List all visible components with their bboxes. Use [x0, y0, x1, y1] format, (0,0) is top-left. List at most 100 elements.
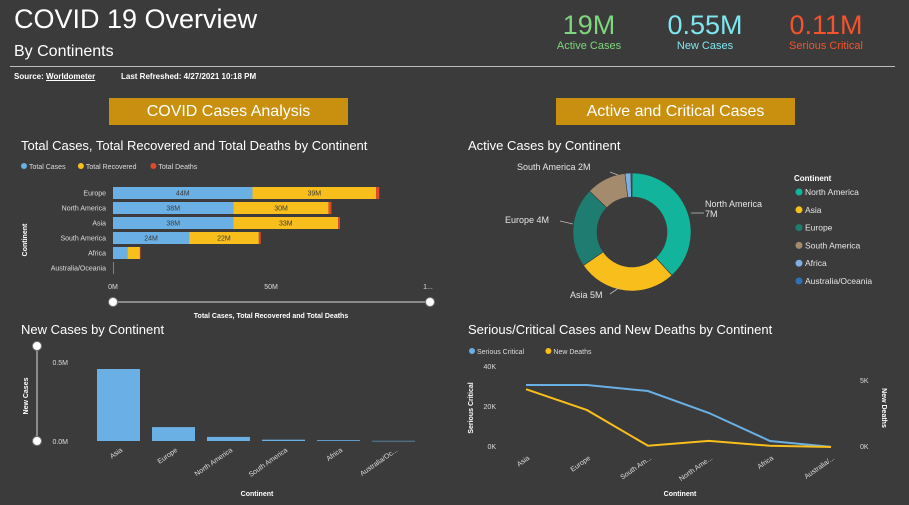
kpi-new-value: 0.55M [667, 10, 743, 40]
chart4-category-label: Africa [756, 455, 775, 471]
banner-cases-analysis: COVID Cases Analysis [109, 98, 348, 125]
chart1-legend-marker-total-deaths[interactable] [150, 163, 157, 169]
chart4-legend-label-new-deaths[interactable]: New Deaths [553, 349, 592, 356]
chart1-bar-total-deaths[interactable] [258, 232, 261, 244]
donut-legend-marker-asia[interactable] [795, 206, 803, 214]
chart1-category-label: Australia/Oceania [51, 266, 106, 273]
donut-slice-label: South America 2M [517, 162, 591, 172]
chart1-data-label: 44M [176, 191, 190, 198]
chart1-legend-label-total-cases[interactable]: Total Cases [29, 164, 66, 171]
new-cases-chart: New Cases 0.5M 0.0M Asia Europe North Ameri… [23, 341, 415, 498]
chart1-legend-label-total-recovered[interactable]: Total Recovered [86, 164, 137, 171]
chart3-range-slider-min-handle[interactable] [32, 436, 42, 446]
kpi-active-cases: 19M Active Cases [548, 10, 630, 52]
chart1-category-label: Africa [88, 251, 106, 258]
donut-legend-marker-europe[interactable] [795, 224, 803, 232]
donut-leader-line [609, 171, 619, 176]
chart1-category-label: Europe [83, 191, 106, 198]
chart3-bar-australia-oc[interactable] [372, 440, 415, 442]
chart3-category-label: North America [194, 447, 234, 478]
chart1-title: Total Cases, Total Recovered and Total D… [21, 138, 368, 153]
chart1-category-label: North America [62, 206, 106, 213]
donut-legend-label-australia-oceania[interactable]: Australia/Oceania [805, 276, 872, 286]
chart1-bar-total-deaths[interactable] [139, 247, 141, 259]
donut-slice-australia-oceania[interactable] [630, 172, 633, 198]
chart4-x-axis-label: Continent [664, 491, 697, 498]
chart3-bar-north-america[interactable] [207, 436, 250, 441]
chart4-category-label: North Ame... [678, 455, 714, 483]
donut-legend-marker-north-america[interactable] [795, 188, 803, 196]
chart3-bar-africa[interactable] [317, 440, 360, 441]
kpi-serious-value: 0.11M [789, 10, 863, 40]
chart4-line-new-deaths[interactable] [525, 388, 832, 448]
header-divider [10, 66, 895, 67]
banner-active-critical: Active and Critical Cases [556, 98, 795, 125]
chart3-range-slider-max-handle[interactable] [32, 341, 42, 351]
chart4-legend[interactable]: Serious Critical New Deaths [469, 348, 592, 356]
source-link[interactable]: Worldometer [46, 72, 95, 81]
donut-legend-label-asia[interactable]: Asia [805, 205, 822, 215]
chart3-y-tick: 0.0M [52, 439, 68, 446]
source-prefix: Source: [14, 72, 44, 81]
chart4-y2-axis-label: New Deaths [880, 388, 887, 428]
chart1-bar-total-deaths[interactable] [113, 262, 114, 274]
donut-legend[interactable]: North America Asia Europe South America Afri… [795, 187, 873, 286]
page-subtitle: By Continents [14, 43, 114, 60]
chart3-y-axis-label: New Cases [23, 377, 30, 414]
chart1-data-label: 38M [166, 206, 180, 213]
chart1-bar-total-deaths[interactable] [328, 202, 332, 214]
chart1-data-label: 38M [166, 221, 180, 228]
donut-legend-title: Continent [794, 174, 832, 183]
chart4-y-tick: 0K [487, 444, 496, 451]
donut-legend-marker-australia-oceania[interactable] [795, 277, 803, 285]
last-refreshed: Last Refreshed: 4/27/2021 10:18 PM [121, 72, 257, 81]
donut-slice-label: 7M [705, 209, 718, 219]
chart1-bar-total-recovered[interactable] [127, 247, 140, 259]
donut-legend-marker-africa[interactable] [795, 259, 803, 267]
donut-legend-marker-south-america[interactable] [795, 241, 803, 249]
chart3-bar-europe[interactable] [152, 427, 195, 441]
donut-legend-label-europe[interactable]: Europe [805, 223, 833, 233]
chart1-legend-marker-total-recovered[interactable] [77, 163, 84, 169]
chart1-range-slider-min-handle[interactable] [108, 297, 118, 307]
chart1-bar-total-deaths[interactable] [376, 187, 380, 199]
chart3-category-label: Africa [325, 447, 344, 463]
donut-legend-label-south-america[interactable]: South America [805, 240, 861, 250]
chart1-legend-label-total-deaths[interactable]: Total Deaths [158, 164, 197, 171]
chart1-legend[interactable]: Total Cases Total Recovered Total Deaths [21, 163, 198, 171]
chart1-x-tick: 0M [108, 284, 118, 291]
donut-slice-north-america[interactable] [631, 172, 692, 276]
chart3-category-label: Australia/Oc... [359, 447, 399, 478]
chart3-bar-asia[interactable] [97, 369, 140, 441]
donut-legend-label-africa[interactable]: Africa [805, 258, 827, 268]
chart4-line-serious-critical[interactable] [526, 384, 832, 448]
donut-legend-label-north-america[interactable]: North America [805, 187, 859, 197]
chart1-category-label: Asia [92, 221, 106, 228]
chart4-legend-marker-serious-critical[interactable] [469, 348, 475, 354]
chart4-legend-marker-new-deaths[interactable] [545, 348, 552, 354]
chart3-bar-south-america[interactable] [262, 439, 305, 441]
chart1-data-label: 22M [217, 236, 231, 243]
chart1-category-label: South America [60, 236, 106, 243]
chart4-title: Serious/Critical Cases and New Deaths by… [468, 322, 773, 337]
chart1-y-axis-label: Continent [22, 223, 29, 256]
chart1-legend-marker-total-cases[interactable] [21, 163, 27, 169]
chart1-data-label: 24M [144, 236, 158, 243]
chart1-bar-total-cases[interactable] [113, 247, 128, 259]
active-cases-donut: North America7MAsia 5MEurope 4MSouth Ame… [505, 162, 873, 300]
kpi-active-value: 19M [562, 10, 616, 40]
chart4-category-label: Australia/... [803, 455, 836, 481]
chart1-data-label: 33M [279, 221, 293, 228]
chart4-y-axis-label: Serious Critical [468, 382, 475, 433]
chart1-bar-total-deaths[interactable] [338, 217, 340, 229]
serious-deaths-line-chart: Serious Critical New Deaths Serious Criti… [468, 348, 887, 498]
kpi-serious-critical: 0.11M Serious Critical [780, 10, 872, 52]
kpi-new-label: New Cases [676, 40, 734, 52]
chart3-y-tick: 0.5M [52, 360, 68, 367]
donut-leader-line [559, 220, 574, 225]
chart1-range-slider-max-handle[interactable] [425, 297, 435, 307]
chart3-title: New Cases by Continent [21, 322, 165, 337]
chart4-legend-label-serious-critical[interactable]: Serious Critical [477, 349, 525, 356]
page-title: COVID 19 Overview [14, 4, 258, 34]
chart3-category-label: South America [248, 447, 289, 479]
